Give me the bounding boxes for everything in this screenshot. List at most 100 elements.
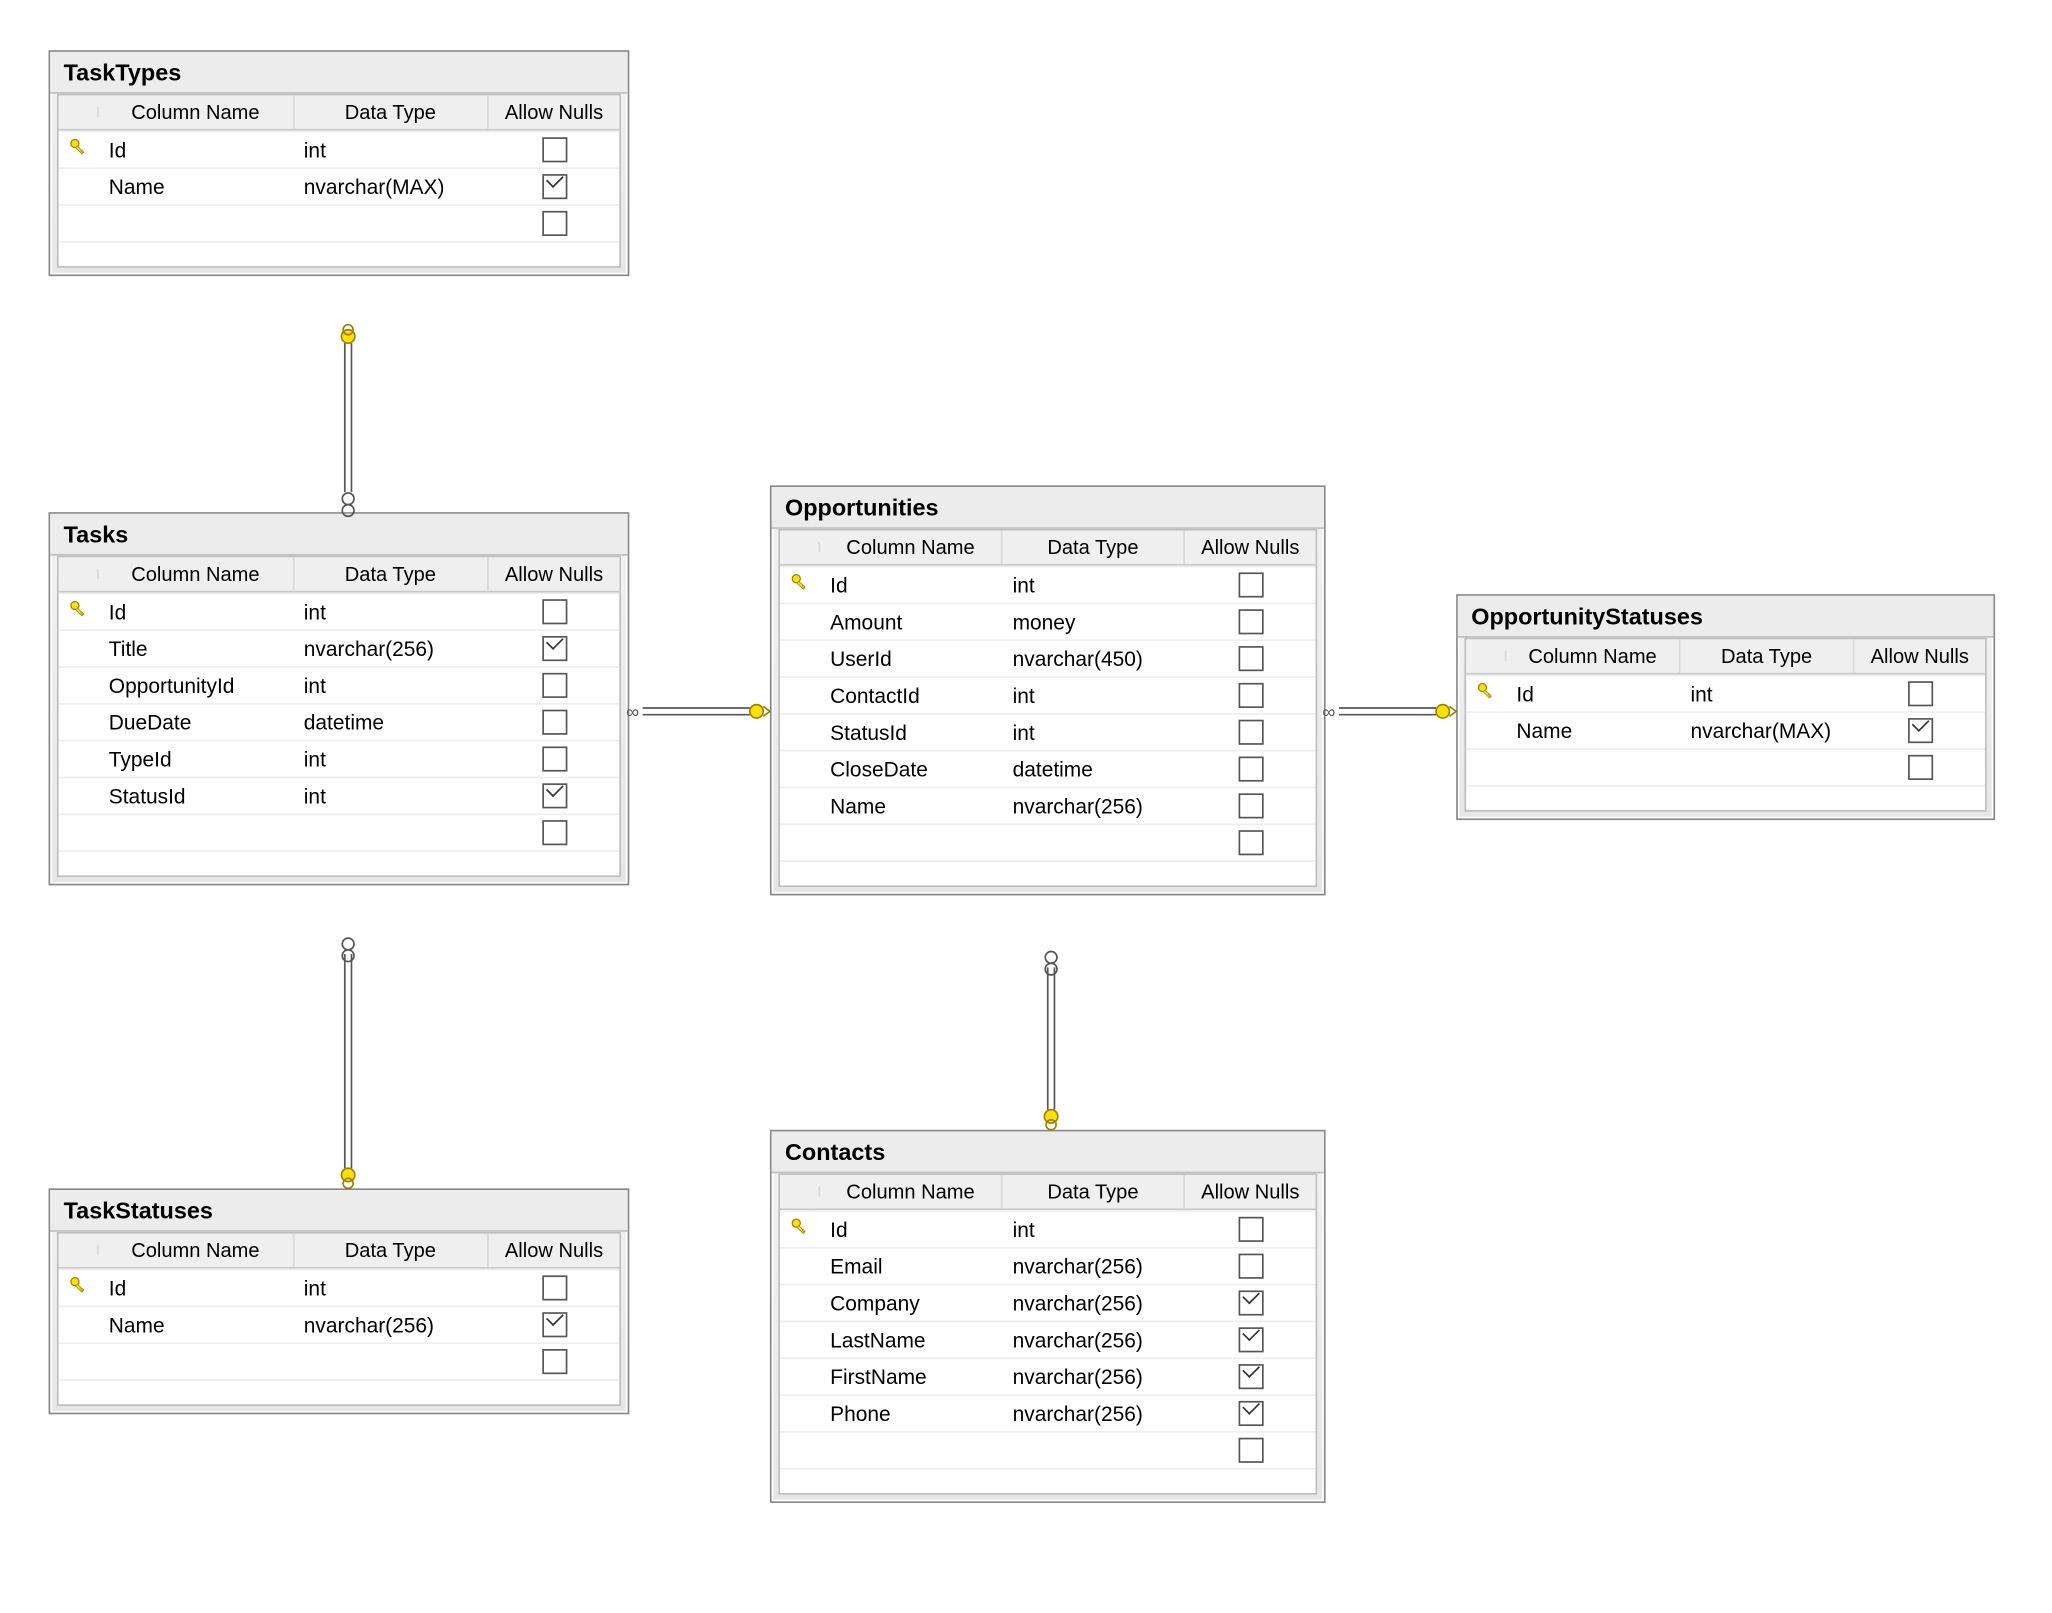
column-row-empty[interactable] (59, 813, 620, 850)
column-type: int (294, 669, 489, 702)
table-opportunities[interactable]: Opportunities Column Name Data Type Allo… (770, 485, 1326, 895)
column-row[interactable]: DueDate datetime (59, 703, 620, 740)
allow-nulls-checkbox[interactable] (1907, 718, 1932, 743)
column-name: Name (99, 1308, 294, 1341)
column-row[interactable]: LastName nvarchar(256) (780, 1321, 1316, 1358)
column-row[interactable]: Id int (59, 1269, 620, 1306)
table-grid: Column Name Data Type Allow Nulls Id int… (57, 1232, 621, 1406)
column-row[interactable]: OpportunityId int (59, 666, 620, 703)
column-row[interactable]: StatusId int (59, 777, 620, 814)
column-row[interactable]: Email nvarchar(256) (780, 1247, 1316, 1284)
column-name: ContactId (820, 679, 1002, 712)
column-row[interactable]: FirstName nvarchar(256) (780, 1357, 1316, 1394)
table-tasks[interactable]: Tasks Column Name Data Type Allow Nulls … (49, 512, 630, 885)
column-type: int (294, 779, 489, 812)
column-row[interactable]: Id int (1466, 675, 1985, 712)
allow-nulls-checkbox[interactable] (1238, 1327, 1263, 1352)
column-row[interactable]: StatusId int (780, 713, 1316, 750)
allow-nulls-checkbox[interactable] (1238, 646, 1263, 671)
column-row[interactable]: Id int (59, 593, 620, 630)
header-column-name: Column Name (99, 557, 294, 590)
column-name: Id (820, 1213, 1002, 1246)
allow-nulls-checkbox[interactable] (541, 710, 566, 735)
column-name: Email (820, 1249, 1002, 1282)
allow-nulls-checkbox[interactable] (541, 673, 566, 698)
column-row-empty[interactable] (780, 1431, 1316, 1468)
column-row[interactable]: Phone nvarchar(256) (780, 1394, 1316, 1431)
column-row-empty[interactable] (780, 823, 1316, 860)
column-name: OpportunityId (99, 669, 294, 702)
rel-opportunities-opportunitystatuses: ∞ (1322, 700, 1456, 723)
allow-nulls-checkbox[interactable] (541, 783, 566, 808)
table-opportunitystatuses[interactable]: OpportunityStatuses Column Name Data Typ… (1456, 594, 1995, 820)
allow-nulls-checkbox[interactable] (541, 137, 566, 162)
allow-nulls-checkbox[interactable] (541, 599, 566, 624)
column-row[interactable]: Name nvarchar(MAX) (1466, 711, 1985, 748)
column-row[interactable]: Name nvarchar(256) (780, 787, 1316, 824)
header-column-name: Column Name (99, 95, 294, 128)
primary-key-cell (1466, 726, 1506, 736)
table-title: OpportunityStatuses (1458, 596, 1994, 638)
allow-nulls-checkbox[interactable] (541, 820, 566, 845)
primary-key-cell (59, 754, 99, 764)
allow-nulls-checkbox[interactable] (1238, 1290, 1263, 1315)
rel-tasks-taskstatuses (331, 937, 364, 1188)
column-row[interactable]: ContactId int (780, 676, 1316, 713)
allow-nulls-checkbox[interactable] (1238, 1217, 1263, 1242)
primary-key-cell (59, 644, 99, 654)
column-row[interactable]: Id int (780, 566, 1316, 603)
column-row-empty[interactable] (59, 1342, 620, 1379)
primary-key-cell (780, 1372, 820, 1382)
column-name: Phone (820, 1397, 1002, 1430)
allow-nulls-checkbox[interactable] (1238, 572, 1263, 597)
column-row[interactable]: Title nvarchar(256) (59, 629, 620, 666)
allow-nulls-checkbox[interactable] (541, 746, 566, 771)
allow-nulls-checkbox[interactable] (1238, 1438, 1263, 1463)
column-row[interactable]: UserId nvarchar(450) (780, 639, 1316, 676)
column-row[interactable]: Company nvarchar(256) (780, 1284, 1316, 1321)
table-taskstatuses[interactable]: TaskStatuses Column Name Data Type Allow… (49, 1188, 630, 1414)
column-name: Id (820, 568, 1002, 601)
allow-nulls-checkbox[interactable] (1238, 683, 1263, 708)
column-type: datetime (294, 705, 489, 738)
allow-nulls-checkbox[interactable] (1907, 755, 1932, 780)
allow-nulls-checkbox[interactable] (541, 174, 566, 199)
primary-key-cell (780, 801, 820, 811)
allow-nulls-checkbox[interactable] (1238, 1254, 1263, 1279)
allow-nulls-checkbox[interactable] (1238, 609, 1263, 634)
column-row[interactable]: Amount money (780, 603, 1316, 640)
column-row[interactable]: CloseDate datetime (780, 750, 1316, 787)
allow-nulls-checkbox[interactable] (1238, 1401, 1263, 1426)
primary-key-icon (1476, 681, 1496, 706)
column-headers: Column Name Data Type Allow Nulls (59, 95, 620, 130)
allow-nulls-checkbox[interactable] (541, 211, 566, 236)
column-row[interactable]: Id int (780, 1210, 1316, 1247)
column-row[interactable]: TypeId int (59, 740, 620, 777)
primary-key-cell (59, 1270, 99, 1305)
allow-nulls-checkbox[interactable] (541, 1275, 566, 1300)
table-contacts[interactable]: Contacts Column Name Data Type Allow Nul… (770, 1130, 1326, 1503)
column-row-empty[interactable] (59, 204, 620, 241)
header-allow-nulls: Allow Nulls (489, 557, 620, 590)
header-allow-nulls: Allow Nulls (1185, 1175, 1316, 1208)
allow-nulls-checkbox[interactable] (541, 636, 566, 661)
column-name: Name (1506, 714, 1680, 747)
column-row[interactable]: Id int (59, 131, 620, 168)
allow-nulls-checkbox[interactable] (1238, 830, 1263, 855)
allow-nulls-checkbox[interactable] (541, 1349, 566, 1374)
column-row-empty[interactable] (1466, 748, 1985, 785)
allow-nulls-checkbox[interactable] (541, 1312, 566, 1337)
primary-key-cell (59, 132, 99, 167)
column-row[interactable]: Name nvarchar(MAX) (59, 167, 620, 204)
column-row[interactable]: Name nvarchar(256) (59, 1306, 620, 1343)
header-allow-nulls: Allow Nulls (1185, 531, 1316, 564)
table-grid: Column Name Data Type Allow Nulls Id int… (778, 529, 1317, 887)
allow-nulls-checkbox[interactable] (1238, 793, 1263, 818)
column-type: nvarchar(256) (294, 632, 489, 665)
allow-nulls-checkbox[interactable] (1238, 720, 1263, 745)
allow-nulls-checkbox[interactable] (1238, 1364, 1263, 1389)
table-tasktypes[interactable]: TaskTypes Column Name Data Type Allow Nu… (49, 50, 630, 276)
allow-nulls-checkbox[interactable] (1238, 757, 1263, 782)
header-column-name: Column Name (1506, 639, 1680, 672)
allow-nulls-checkbox[interactable] (1907, 681, 1932, 706)
